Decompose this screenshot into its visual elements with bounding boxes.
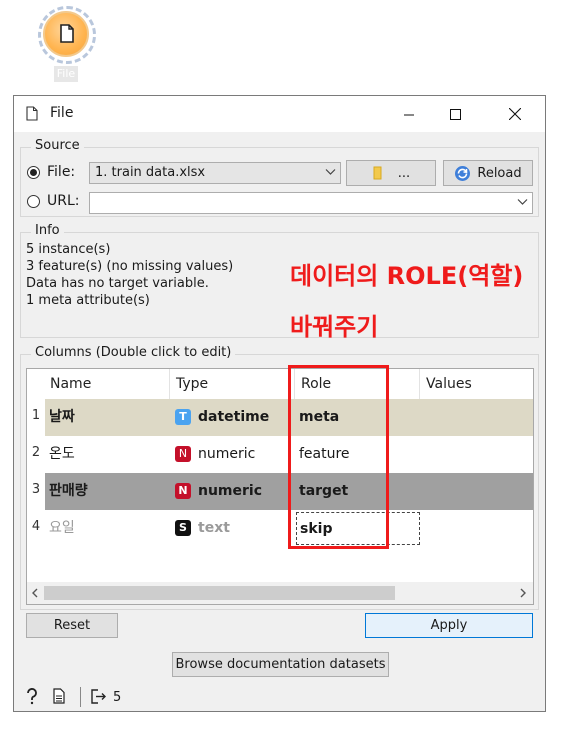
columns-table: Name Type Role Values 1 날짜 Tdatetime met… <box>26 368 534 605</box>
column-header-name[interactable]: Name <box>44 369 170 399</box>
info-features: 3 feature(s) (no missing values) <box>26 259 234 274</box>
reset-button[interactable]: Reset <box>26 613 118 638</box>
reload-button[interactable]: Reload <box>443 160 533 186</box>
file-label: File: <box>47 164 76 180</box>
browse-button-label: ... <box>397 165 411 181</box>
row-number: 2 <box>31 445 41 460</box>
cell-name: 판매량 <box>49 483 88 499</box>
info-meta: 1 meta attribute(s) <box>26 293 150 308</box>
node-label: File <box>54 66 78 82</box>
document-icon <box>60 24 74 43</box>
url-combo[interactable] <box>89 192 533 214</box>
annotation-line1: 데이터의 ROLE(역할) <box>290 262 524 290</box>
chevron-down-icon <box>517 199 528 205</box>
annotation-line2: 바꿔주기 <box>290 313 379 341</box>
folder-icon <box>373 166 382 180</box>
document-icon <box>26 106 38 121</box>
file-dialog: File Source File: 1. train data.xlsx ...… <box>13 95 546 712</box>
row-number: 4 <box>31 519 41 534</box>
chevron-down-icon <box>325 169 336 175</box>
table-row[interactable]: 2 온도 Nnumeric feature <box>27 436 533 473</box>
cell-type-label: numeric <box>198 483 263 499</box>
status-separator <box>80 687 81 707</box>
scrollbar-thumb[interactable] <box>44 586 395 600</box>
source-title: Source <box>31 138 84 153</box>
cell-type[interactable]: Tdatetime <box>175 399 269 436</box>
browse-documentation-button[interactable]: Browse documentation datasets <box>172 652 389 677</box>
title-bar: File <box>14 96 545 132</box>
horizontal-scrollbar[interactable] <box>27 582 533 604</box>
url-label: URL: <box>47 193 80 209</box>
output-icon <box>91 689 106 704</box>
cell-name: 온도 <box>49 446 75 462</box>
scroll-right-icon[interactable] <box>519 588 527 598</box>
cell-name: 날짜 <box>49 409 75 425</box>
type-text-icon: S <box>175 520 191 536</box>
row-number: 3 <box>27 473 45 510</box>
file-combo-value: 1. train data.xlsx <box>95 165 206 180</box>
url-radio[interactable] <box>27 195 40 208</box>
reload-button-label: Reload <box>477 165 522 181</box>
info-instances: 5 instance(s) <box>26 242 111 257</box>
help-icon[interactable] <box>25 688 39 705</box>
file-combo[interactable]: 1. train data.xlsx <box>89 162 341 184</box>
file-widget-node[interactable] <box>43 11 89 57</box>
reload-icon <box>455 165 471 181</box>
table-row[interactable]: 3 판매량 Nnumeric target <box>27 473 533 510</box>
minimize-button[interactable] <box>386 96 432 132</box>
scroll-left-icon[interactable] <box>31 588 39 598</box>
cell-type-label: numeric <box>198 446 256 462</box>
report-icon[interactable] <box>53 688 65 704</box>
role-highlight-box <box>288 365 389 549</box>
file-radio[interactable] <box>27 166 40 179</box>
cell-type[interactable]: Nnumeric <box>175 436 255 473</box>
cell-type[interactable]: Stext <box>175 510 230 547</box>
column-header-type[interactable]: Type <box>170 369 295 399</box>
apply-button[interactable]: Apply <box>365 613 533 638</box>
type-numeric-icon: N <box>175 446 191 462</box>
row-number: 1 <box>27 399 45 436</box>
close-button[interactable] <box>492 96 538 132</box>
table-row[interactable]: 1 날짜 Tdatetime meta <box>27 399 533 436</box>
type-numeric-icon: N <box>175 483 191 499</box>
maximize-button[interactable] <box>432 96 478 132</box>
output-count: 5 <box>113 690 122 705</box>
type-datetime-icon: T <box>175 409 191 425</box>
info-title: Info <box>31 223 64 238</box>
browse-button[interactable]: ... <box>346 160 436 186</box>
cell-name: 요일 <box>49 520 75 536</box>
minimize-icon <box>403 114 414 115</box>
table-row[interactable]: 4 요일 Stext skip <box>27 510 533 547</box>
maximize-icon <box>449 108 461 120</box>
close-icon <box>509 108 521 120</box>
column-header-values[interactable]: Values <box>420 369 532 399</box>
columns-title: Columns (Double click to edit) <box>31 345 236 360</box>
cell-type-label: datetime <box>198 409 270 425</box>
cell-type-label: text <box>198 520 230 536</box>
cell-type[interactable]: Nnumeric <box>175 473 262 510</box>
window-title: File <box>50 105 74 121</box>
info-target: Data has no target variable. <box>26 276 209 291</box>
